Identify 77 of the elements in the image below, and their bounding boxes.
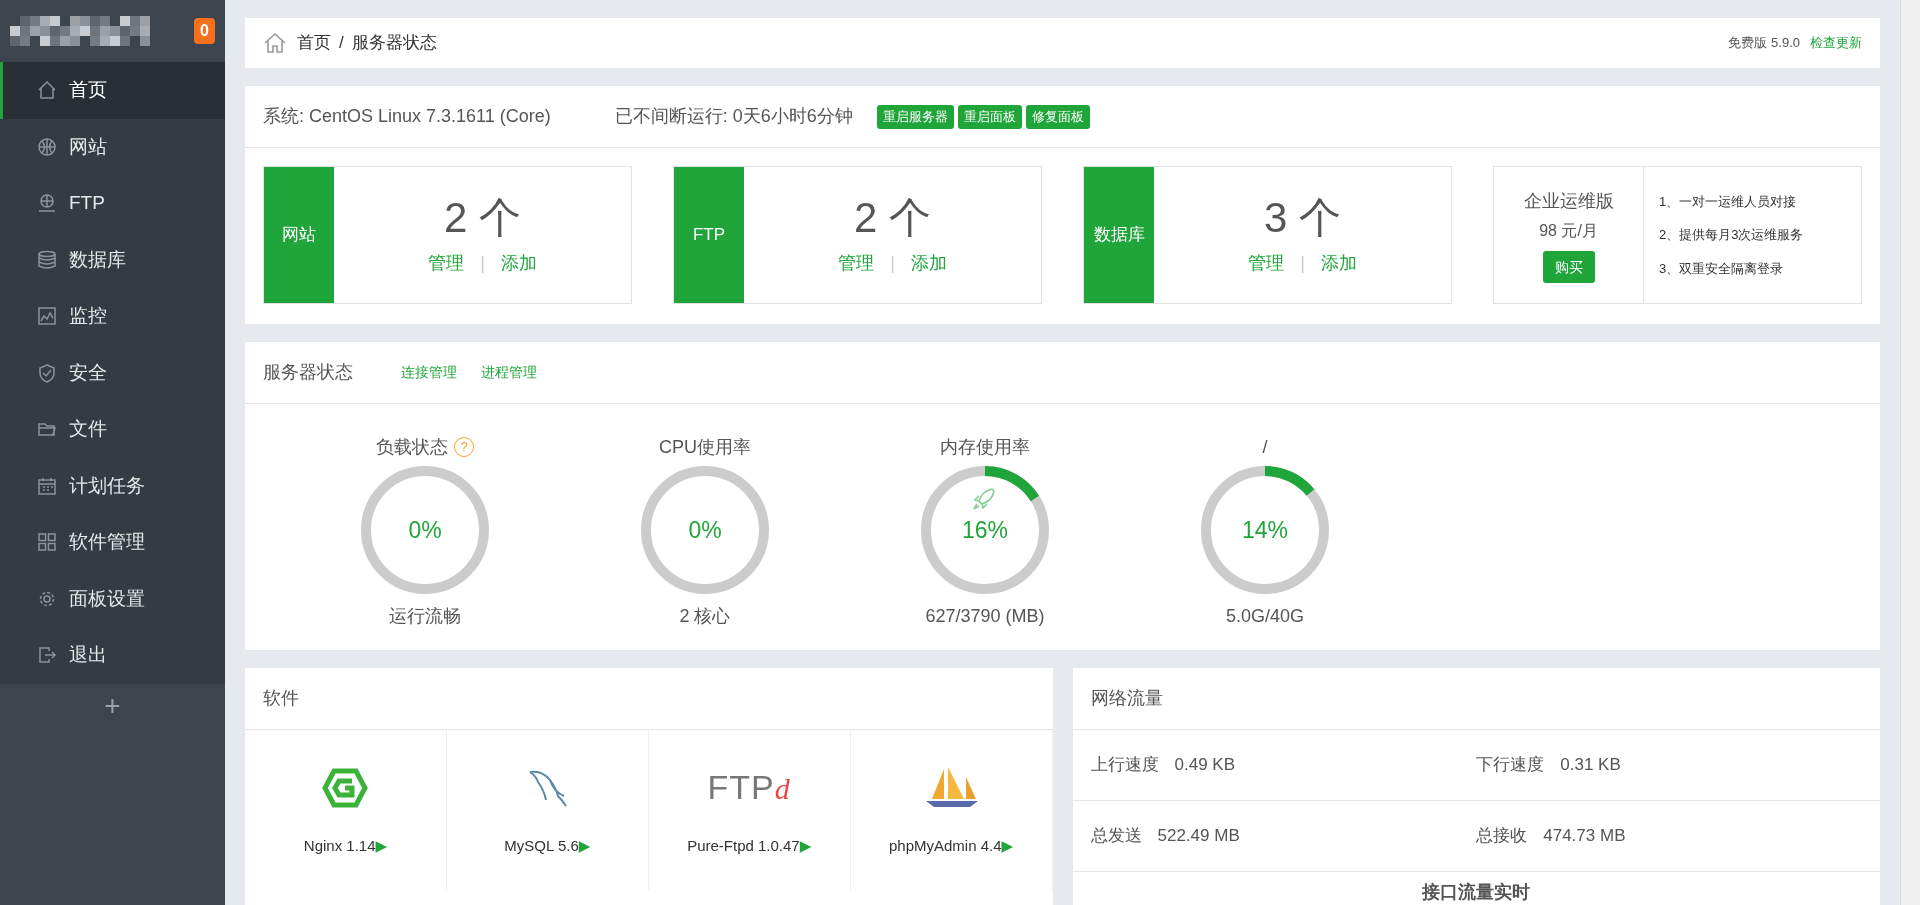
grid-icon — [37, 532, 57, 553]
software-tile[interactable]: MySQL 5.6▶ — [446, 730, 649, 890]
gauge-value: 16% — [960, 515, 1009, 545]
gauge-title: 内存使用率 — [940, 437, 1030, 457]
feature-text: 1、一对一运维人员对接 — [1659, 192, 1798, 211]
logo-text: FTPd — [707, 767, 791, 809]
rocket-icon — [970, 485, 998, 513]
link-separator: | — [480, 251, 485, 275]
software-tile[interactable]: phpMyAdmin 4.4▶ — [850, 730, 1053, 890]
calendar-icon — [37, 475, 57, 496]
software-name: phpMyAdmin 4.4▶ — [889, 835, 1014, 856]
link-separator: | — [1300, 251, 1305, 275]
stat-value: 0.49 KB — [1174, 754, 1235, 777]
home-icon — [37, 80, 57, 101]
sidebar-item[interactable]: 网站 — [0, 118, 225, 175]
chart-title: 接口流量实时 — [1421, 880, 1532, 904]
gauge-title: / — [1262, 437, 1268, 457]
promo-price: 98 元/月 — [1539, 220, 1598, 241]
section-title: 网络流量 — [1090, 687, 1163, 710]
gauge-caption: 627/3790 (MB) — [925, 605, 1045, 628]
sidebar-item[interactable]: FTP — [0, 175, 225, 232]
sidebar-item[interactable]: 退出 — [0, 627, 225, 684]
stat-label: 下行速度 — [1476, 754, 1545, 777]
gauge-value: 14% — [1240, 515, 1289, 545]
sidebar-item[interactable]: 安全 — [0, 344, 225, 401]
stat-label: 数据库 — [1084, 167, 1154, 303]
gauge-caption: 2 核心 — [679, 605, 731, 628]
gauge-value: 0% — [687, 515, 723, 545]
stat-label: 总发送 — [1090, 825, 1142, 848]
sidebar-item[interactable]: 数据库 — [0, 231, 225, 288]
stat-count: 2 个 — [854, 193, 931, 244]
section-title: 服务器状态 — [263, 361, 353, 384]
promo-title: 企业运维版 — [1523, 189, 1614, 213]
stat-value: 474.73 MB — [1543, 825, 1626, 848]
feature-text: 3、双重安全隔离登录 — [1659, 259, 1785, 278]
sidebar-item[interactable]: 首页 — [0, 62, 225, 119]
stat-label: 上行速度 — [1090, 754, 1159, 777]
breadcrumb-separator: / — [339, 32, 344, 55]
home-icon[interactable] — [263, 32, 287, 54]
software-tile[interactable]: FTPd Pure-Ftpd 1.0.47▶ — [648, 730, 851, 890]
logout-icon — [37, 645, 57, 666]
gauge-title: CPU使用率 — [659, 437, 751, 457]
version-text: 免费版 5.9.0 — [1728, 34, 1800, 53]
stat-label: 网站 — [264, 167, 334, 303]
link-separator: | — [890, 251, 895, 275]
globe-icon — [37, 193, 57, 214]
gauge-caption: 5.0G/40G — [1225, 605, 1304, 628]
sidebar-item[interactable]: 面板设置 — [0, 570, 225, 627]
stat-value: 0.31 KB — [1560, 754, 1621, 777]
sidebar-item[interactable]: 监控 — [0, 288, 225, 345]
breadcrumb-item: 服务器状态 — [351, 32, 437, 55]
sidebar-item[interactable]: 计划任务 — [0, 457, 225, 514]
database-icon — [37, 249, 57, 270]
chart-icon — [37, 306, 57, 327]
software-tile[interactable]: Nginx 1.14▶ — [245, 730, 447, 890]
breadcrumb-item[interactable]: 首页 — [297, 30, 331, 56]
gauge-title: 负载状态 — [376, 437, 448, 457]
software-name: Nginx 1.14▶ — [303, 835, 388, 856]
stat-label: FTP — [674, 167, 744, 303]
globe-icon — [37, 136, 57, 157]
stat-count: 2 个 — [444, 193, 521, 244]
system-info: 系统: CentOS Linux 7.3.1611 (Core) — [263, 105, 551, 128]
gauge-caption: 运行流畅 — [389, 605, 461, 628]
sidebar-item[interactable]: 文件 — [0, 401, 225, 458]
section-title: 软件 — [263, 687, 299, 710]
uptime-text: 已不间断运行: 0天6小时6分钟 — [614, 105, 853, 128]
shield-icon — [37, 362, 57, 383]
software-name: Pure-Ftpd 1.0.47▶ — [687, 835, 812, 856]
gauge-value: 0% — [407, 515, 443, 545]
sidebar-item[interactable]: 软件管理 — [0, 514, 225, 571]
feature-text: 2、提供每月3次运维服务 — [1659, 226, 1805, 245]
stat-value: 522.49 MB — [1157, 825, 1240, 848]
hexagon-logo-icon — [322, 767, 369, 808]
software-name: MySQL 5.6▶ — [504, 835, 591, 856]
stat-label: 总接收 — [1476, 825, 1528, 848]
add-button[interactable]: + — [0, 683, 225, 728]
stat-count: 3 个 — [1264, 193, 1341, 244]
